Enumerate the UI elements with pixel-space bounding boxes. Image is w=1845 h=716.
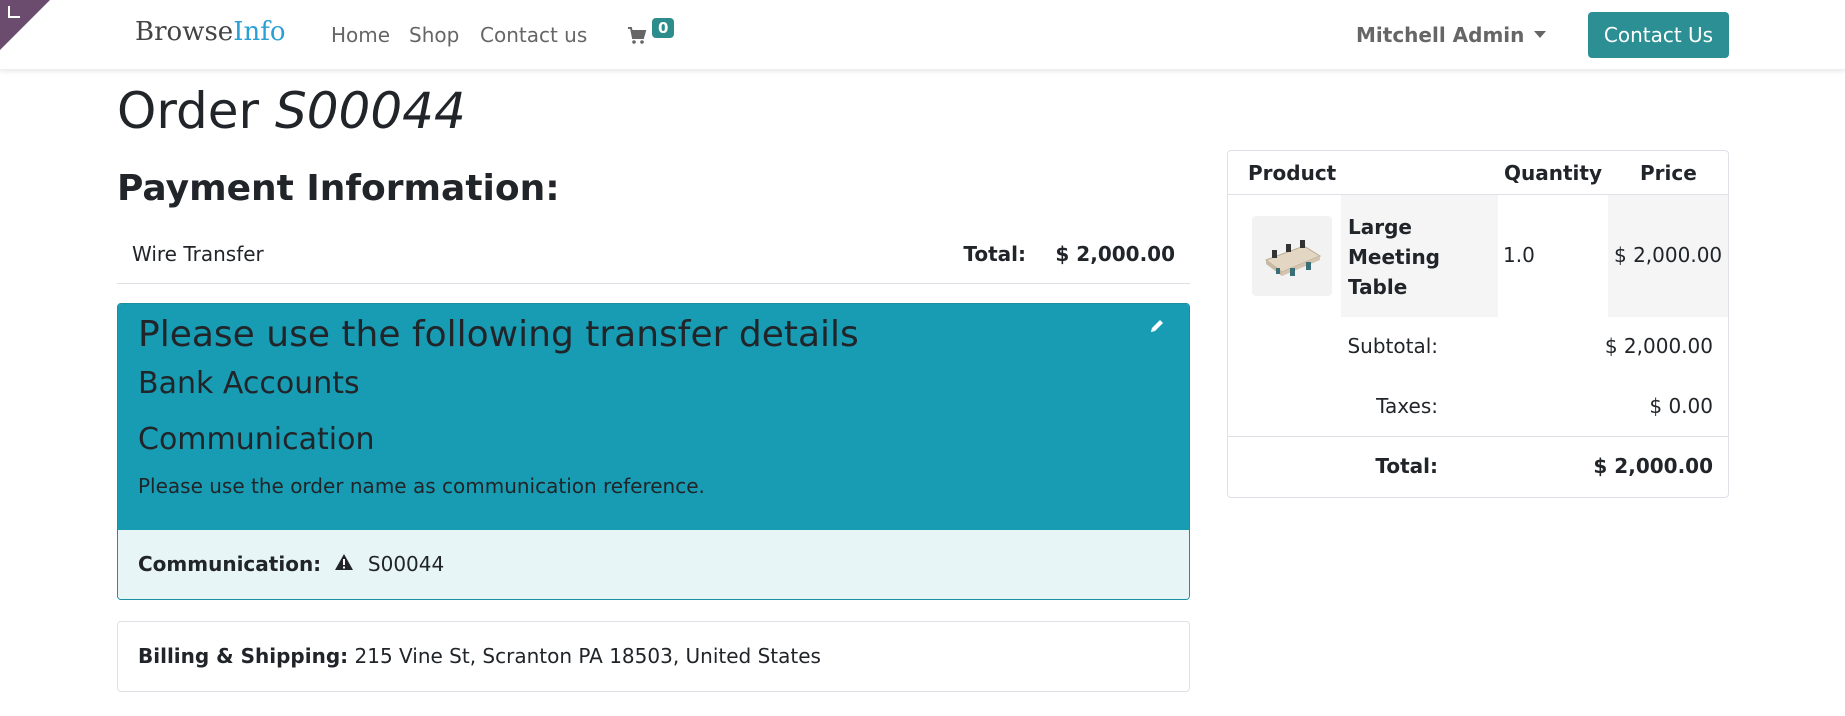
edit-mode-corner[interactable] bbox=[0, 0, 50, 50]
billing-shipping-label: Billing & Shipping: bbox=[138, 644, 349, 668]
communication-instruction: Please use the order name as communicati… bbox=[138, 474, 705, 498]
taxes-row: Taxes: $ 0.00 bbox=[1228, 377, 1728, 437]
top-navbar: BrowseInfo Home Shop Contact us 0 Mitche… bbox=[0, 0, 1845, 70]
product-image-cell bbox=[1228, 195, 1341, 317]
total-value: $ 2,000.00 bbox=[1593, 454, 1713, 478]
user-name: Mitchell Admin bbox=[1356, 23, 1525, 47]
billing-shipping-address: 215 Vine St, Scranton PA 18503, United S… bbox=[354, 644, 821, 668]
payment-total-value: $ 2,000.00 bbox=[1055, 242, 1175, 266]
nav-shop[interactable]: Shop bbox=[409, 23, 459, 47]
order-summary-card: Product Quantity Price Large Meeting Tab… bbox=[1227, 150, 1729, 498]
product-quantity-cell: 1.0 bbox=[1498, 195, 1608, 317]
product-name-cell: Large Meeting Table bbox=[1341, 195, 1498, 317]
user-menu[interactable]: Mitchell Admin bbox=[1356, 23, 1547, 47]
warning-triangle-icon bbox=[334, 552, 354, 576]
corner-resize-icon bbox=[8, 6, 20, 18]
product-name[interactable]: Large Meeting Table bbox=[1348, 212, 1498, 302]
payment-heading: Payment Information: bbox=[117, 168, 560, 209]
taxes-value: $ 0.00 bbox=[1649, 394, 1713, 418]
payment-method: Wire Transfer bbox=[132, 242, 264, 266]
product-price: $ 2,000.00 bbox=[1614, 243, 1723, 267]
table-row: Large Meeting Table 1.0 $ 2,000.00 bbox=[1228, 195, 1728, 317]
payment-total-label: Total: bbox=[963, 242, 1026, 266]
total-label: Total: bbox=[1375, 454, 1438, 478]
transfer-title: Please use the following transfer detail… bbox=[138, 314, 859, 355]
communication-line: Communication: S00044 bbox=[138, 552, 444, 578]
column-header-price: Price bbox=[1640, 161, 1697, 185]
transfer-details-body: Please use the following transfer detail… bbox=[118, 304, 1189, 530]
bank-accounts-heading: Bank Accounts bbox=[138, 366, 360, 401]
cart-count-badge: 0 bbox=[652, 18, 675, 38]
communication-label: Communication: bbox=[138, 552, 322, 576]
nav-contact-us[interactable]: Contact us bbox=[480, 23, 587, 47]
subtotal-value: $ 2,000.00 bbox=[1604, 334, 1713, 358]
brand-logo[interactable]: BrowseInfo bbox=[135, 17, 285, 47]
transfer-details-alert: Please use the following transfer detail… bbox=[117, 303, 1190, 600]
communication-heading: Communication bbox=[138, 422, 375, 457]
product-quantity: 1.0 bbox=[1503, 243, 1535, 267]
communication-value: S00044 bbox=[367, 552, 445, 576]
billing-shipping-card: Billing & Shipping: 215 Vine St, Scranto… bbox=[117, 621, 1190, 692]
brand-text-primary: Browse bbox=[135, 17, 234, 47]
product-price-cell: $ 2,000.00 bbox=[1608, 195, 1728, 317]
communication-reference-row: Communication: S00044 bbox=[118, 530, 1189, 599]
total-row: Total: $ 2,000.00 bbox=[1228, 437, 1728, 497]
caret-down-icon bbox=[1534, 31, 1547, 38]
summary-header-row: Product Quantity Price bbox=[1228, 151, 1728, 195]
column-header-quantity: Quantity bbox=[1504, 161, 1602, 185]
payment-summary-row: Wire Transfer Total: $ 2,000.00 bbox=[117, 232, 1190, 284]
order-reference: S00044 bbox=[275, 82, 466, 140]
shopping-cart-icon[interactable] bbox=[627, 25, 647, 45]
nav-home[interactable]: Home bbox=[331, 23, 390, 47]
product-thumbnail[interactable] bbox=[1252, 216, 1332, 296]
pencil-icon[interactable] bbox=[1149, 318, 1165, 334]
brand-text-accent: Info bbox=[233, 17, 286, 47]
subtotal-row: Subtotal: $ 2,000.00 bbox=[1228, 317, 1728, 377]
page-title: Order S00044 bbox=[117, 82, 466, 140]
order-title-prefix: Order bbox=[117, 82, 260, 140]
taxes-label: Taxes: bbox=[1376, 394, 1438, 418]
column-header-product: Product bbox=[1248, 161, 1337, 185]
subtotal-label: Subtotal: bbox=[1347, 334, 1438, 358]
billing-shipping-line: Billing & Shipping: 215 Vine St, Scranto… bbox=[138, 644, 821, 668]
contact-us-button[interactable]: Contact Us bbox=[1588, 12, 1729, 58]
